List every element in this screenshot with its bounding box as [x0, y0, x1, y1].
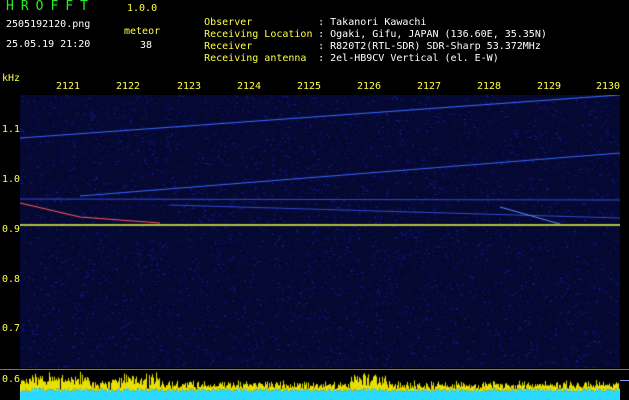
x-tick-label: 2121 [55, 81, 81, 92]
x-tick-label: 2127 [416, 81, 442, 92]
y-axis-unit: kHz [2, 73, 21, 84]
y-tick-label: 1.1 [2, 124, 21, 135]
x-tick-label: 2130 [595, 81, 621, 92]
file-name: 2505192120.png [6, 19, 91, 30]
spectrogram-canvas [20, 95, 620, 368]
signal-level-strip [20, 370, 620, 400]
info-label: Receiving antenna [204, 53, 307, 64]
meteor-label: meteor [124, 26, 161, 37]
x-tick-label: 2122 [115, 81, 141, 92]
app-title: HROFFT [6, 0, 95, 14]
x-tick-label: 2128 [476, 81, 502, 92]
info-value: : 2el-HB9CV Vertical (el. E-W) [318, 53, 499, 64]
meteor-count: 38 [140, 40, 153, 51]
info-row-antenna: Receiving antenna : 2el-HB9CV Vertical (e… [180, 41, 499, 77]
x-tick-label: 2129 [536, 81, 562, 92]
capture-datetime: 25.05.19 21:20 [6, 39, 91, 50]
x-tick-label: 2123 [176, 81, 202, 92]
x-tick-label: 2125 [296, 81, 322, 92]
x-tick-label: 2126 [356, 81, 382, 92]
y-tick-label: 1.0 [2, 174, 21, 185]
x-tick-label: 2124 [236, 81, 262, 92]
hrofft-screen: HROFFT 1.0.0 2505192120.png 25.05.19 21:… [0, 0, 629, 400]
app-version: 1.0.0 [127, 3, 158, 14]
y-tick-label: 0.7 [2, 323, 21, 334]
y-tick-label: 0.9 [2, 224, 21, 235]
y-tick-label: 0.8 [2, 274, 21, 285]
